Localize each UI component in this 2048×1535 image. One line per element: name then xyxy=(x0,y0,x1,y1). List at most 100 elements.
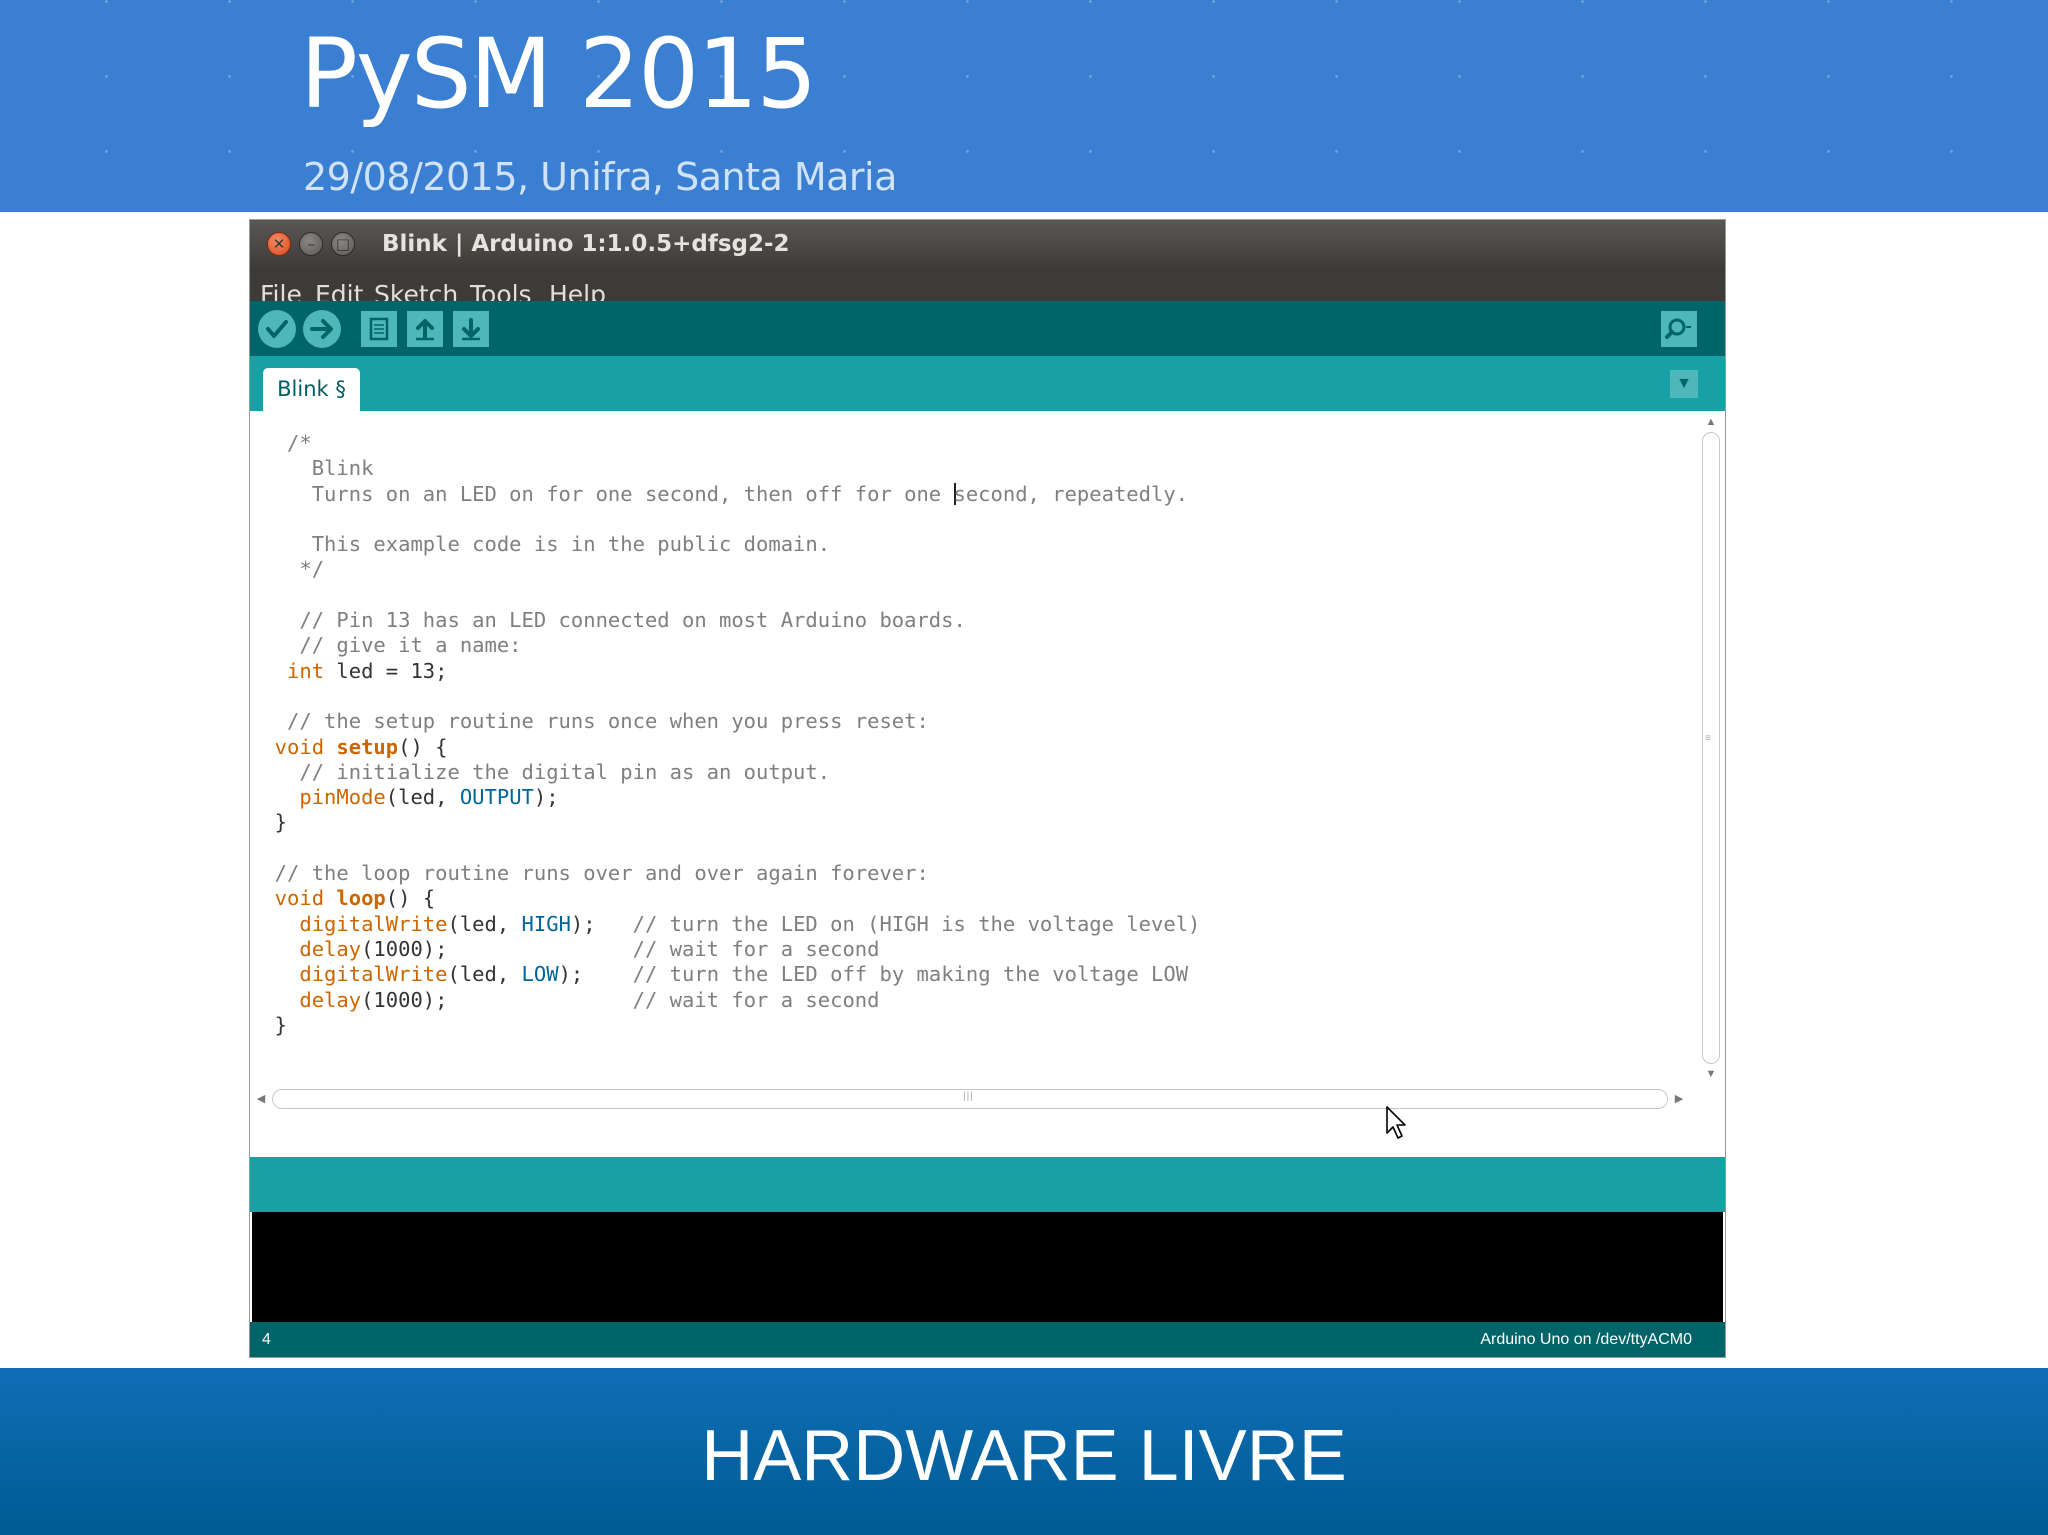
toolbar-strip xyxy=(250,301,1725,355)
code-line: void loop() { xyxy=(250,886,1200,911)
board-port-info: Arduino Uno on /dev/ttyACM0 xyxy=(1480,1331,1692,1348)
arrow-down-icon xyxy=(462,318,480,341)
code-line: */ xyxy=(250,557,325,582)
code-line: pinMode(led, OUTPUT); xyxy=(250,785,1200,810)
code-text: (led, xyxy=(447,911,522,936)
code-editor[interactable]: /* Blink Turns on an LED on for one seco… xyxy=(250,411,1725,1075)
code-line: Blink xyxy=(250,456,374,481)
header-banner: PySM 2015 29/08/2015, Unifra, Santa Mari… xyxy=(0,0,2048,212)
comment-token: // turn the LED on (HIGH is the voltage … xyxy=(632,911,1201,936)
code-line: delay(1000); // wait for a second xyxy=(250,937,1200,962)
code-line: /* xyxy=(250,431,312,455)
window-title: Blink | Arduino 1:1.0.5+dfsg2-2 xyxy=(382,231,790,257)
code-text: ); xyxy=(558,962,633,987)
code-text: ); xyxy=(570,911,633,936)
maximize-window-button[interactable]: □ xyxy=(331,232,355,256)
code-line: This example code is in the public domai… xyxy=(250,532,831,557)
maximize-icon: □ xyxy=(335,235,351,253)
code-line: void setup() { xyxy=(250,735,1200,760)
keyword-token: int xyxy=(250,658,325,683)
status-bar: 4 Arduino Uno on /dev/ttyACM0 xyxy=(250,1322,1725,1357)
constant-token: OUTPUT xyxy=(459,785,534,810)
grip-icon: ||| xyxy=(963,1091,974,1102)
code-text: led = 13; xyxy=(324,658,448,683)
document-icon xyxy=(369,317,389,341)
function-token: loop xyxy=(336,886,386,911)
tab-label: Blink § xyxy=(277,377,346,401)
code-line: // initialize the digital pin as an outp… xyxy=(250,759,831,784)
comment-token: // wait for a second xyxy=(632,936,880,961)
code-text: (1000); xyxy=(361,987,633,1012)
new-sketch-button[interactable] xyxy=(361,311,397,347)
arrow-up-icon xyxy=(416,319,434,341)
message-area xyxy=(250,1157,1725,1212)
code-line: // the setup routine runs once when you … xyxy=(250,709,929,734)
code-line: delay(1000); // wait for a second xyxy=(250,988,1200,1013)
slide-title: HARDWARE LIVRE xyxy=(701,1416,1347,1496)
upload-button[interactable] xyxy=(303,310,341,348)
comment-token: // turn the LED off by making the voltag… xyxy=(632,962,1189,987)
code-text: (led, xyxy=(385,785,460,810)
code-line: } xyxy=(250,810,288,835)
function-token: delay xyxy=(250,936,362,961)
function-token: digitalWrite xyxy=(250,962,448,987)
constant-token: HIGH xyxy=(521,911,571,936)
code-text: second, repeatedly. xyxy=(953,481,1189,506)
keyword-token: void xyxy=(250,886,325,911)
code-text: (led, xyxy=(447,962,522,987)
arduino-ide-window: ✕ – □ Blink | Arduino 1:1.0.5+dfsg2-2 Fi… xyxy=(249,219,1726,1358)
vertical-scrollbar[interactable]: ▲ ≡ ▼ xyxy=(1700,414,1722,1082)
minimize-window-button[interactable]: – xyxy=(299,232,323,256)
code-line: // Pin 13 has an LED connected on most A… xyxy=(250,608,966,633)
code-text: () { xyxy=(385,886,436,911)
minimize-icon: – xyxy=(307,235,315,253)
constant-token: LOW xyxy=(521,962,559,987)
code-text: Turns on an LED on for one second, then … xyxy=(250,481,954,506)
verify-button[interactable] xyxy=(258,310,296,348)
check-icon xyxy=(266,320,288,338)
mouse-pointer-icon xyxy=(1386,1106,1406,1139)
code-line: // the loop routine runs over and over a… xyxy=(250,861,929,886)
horizontal-scrollbar[interactable]: ◀ ||| ▶ xyxy=(254,1089,1694,1109)
function-token: pinMode xyxy=(250,785,386,810)
close-window-button[interactable]: ✕ xyxy=(267,232,291,256)
tab-bar: Blink § ▼ xyxy=(250,356,1725,411)
vertical-scroll-thumb[interactable]: ≡ xyxy=(1702,432,1720,1064)
arrow-right-icon xyxy=(310,319,333,339)
footer-banner: HARDWARE LIVRE xyxy=(0,1368,2048,1535)
tab-blink[interactable]: Blink § xyxy=(263,368,360,411)
save-sketch-button[interactable] xyxy=(453,311,489,347)
code-line: Turns on an LED on for one second, then … xyxy=(250,482,1200,507)
code-text: (1000); xyxy=(361,936,633,961)
scroll-left-icon[interactable]: ◀ xyxy=(254,1089,268,1109)
serial-monitor-button[interactable] xyxy=(1661,311,1697,347)
chevron-down-icon: ▼ xyxy=(1676,375,1692,392)
title-bar[interactable]: ✕ – □ Blink | Arduino 1:1.0.5+dfsg2-2 xyxy=(250,220,1725,268)
scroll-up-icon[interactable]: ▲ xyxy=(1700,414,1722,430)
function-token: digitalWrite xyxy=(250,911,448,936)
grip-icon: ≡ xyxy=(1705,733,1712,744)
console-output[interactable] xyxy=(252,1212,1723,1322)
code-text: () { xyxy=(398,734,448,759)
tab-menu-button[interactable]: ▼ xyxy=(1670,370,1698,398)
keyword-token: void xyxy=(250,734,325,759)
code-text: ); xyxy=(533,785,559,810)
function-token: delay xyxy=(250,987,362,1012)
scroll-down-icon[interactable]: ▼ xyxy=(1700,1066,1722,1082)
function-token: setup xyxy=(336,734,399,759)
line-number: 4 xyxy=(262,1331,271,1348)
code-line: } xyxy=(250,1012,288,1037)
horizontal-scroll-thumb[interactable]: ||| xyxy=(272,1089,1668,1109)
comment-token: // wait for a second xyxy=(632,987,880,1012)
code-line: digitalWrite(led, HIGH); // turn the LED… xyxy=(250,912,1200,937)
open-sketch-button[interactable] xyxy=(407,311,443,347)
code-line: digitalWrite(led, LOW); // turn the LED … xyxy=(250,962,1200,987)
scroll-right-icon[interactable]: ▶ xyxy=(1672,1089,1686,1109)
event-subtitle: 29/08/2015, Unifra, Santa Maria xyxy=(303,155,897,199)
code-line: int led = 13; xyxy=(250,659,1200,684)
close-icon: ✕ xyxy=(272,235,286,253)
